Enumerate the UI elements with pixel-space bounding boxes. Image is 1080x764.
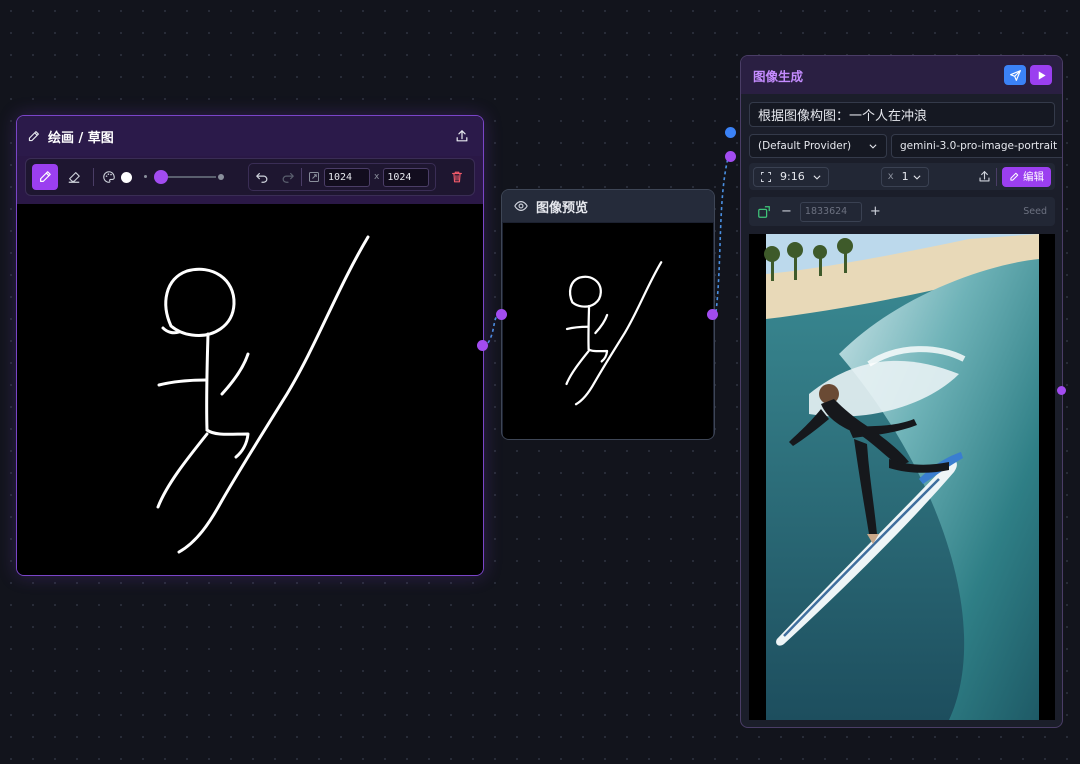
edit-label: 编辑: [1023, 171, 1044, 183]
gen-node-title: 图像生成: [753, 68, 804, 84]
seed-placeholder: 1833624: [804, 206, 848, 217]
palette-icon[interactable]: [102, 170, 116, 184]
preview-output-port[interactable]: [707, 309, 718, 320]
canvas-controls-group: 1024 x 1024: [248, 163, 437, 191]
draw-node-header[interactable]: 绘画 / 草图: [17, 116, 483, 156]
eraser-tool-button[interactable]: [61, 164, 87, 190]
group-divider: [301, 168, 302, 186]
redo-icon[interactable]: [281, 170, 295, 184]
count-prefix: x: [887, 171, 894, 182]
generated-image: [749, 234, 1055, 720]
pencil-icon: [27, 130, 40, 143]
send-icon: [1009, 69, 1021, 81]
canvas-width-input[interactable]: 1024: [324, 167, 370, 187]
preview-node-title: 图像预览: [536, 200, 589, 216]
toolbar-divider: [93, 168, 94, 186]
send-button[interactable]: [1004, 65, 1026, 85]
gen-input-port-prompt[interactable]: [725, 151, 736, 162]
undo-icon[interactable]: [255, 170, 269, 184]
preview-node[interactable]: 图像预览: [501, 189, 715, 440]
draw-toolbar: 1024 x 1024: [25, 158, 475, 196]
trash-icon[interactable]: [450, 170, 464, 184]
chevron-down-icon: [869, 144, 877, 149]
random-seed-icon[interactable]: [757, 205, 771, 219]
model-select[interactable]: gemini-3.0-pro-image-portrait: [891, 134, 1062, 158]
crop-icon: [761, 171, 771, 182]
provider-label: (Default Provider): [758, 140, 852, 152]
seed-label: Seed: [1023, 206, 1047, 217]
resize-icon: [308, 171, 320, 183]
gen-node[interactable]: 图像生成 根据图像构图：一个人在冲浪 (Default Provider) ge…: [740, 55, 1063, 728]
count-label: 1: [901, 170, 909, 183]
seed-increment-button[interactable]: +: [870, 204, 881, 219]
chevron-down-icon: [913, 174, 921, 180]
sketch-drawing: [156, 235, 370, 554]
provider-select[interactable]: (Default Provider): [749, 134, 887, 158]
seed-row: − 1833624 + Seed: [749, 197, 1055, 226]
gen-output-port[interactable]: [1057, 386, 1066, 395]
seed-input[interactable]: 1833624: [799, 201, 862, 222]
gen-options-row: 9:16 x 1 编辑: [749, 163, 1055, 190]
seed-decrement-button[interactable]: −: [781, 204, 792, 219]
pencil-icon: [1010, 172, 1019, 181]
slider-thumb[interactable]: [154, 170, 168, 184]
canvas-height-input[interactable]: 1024: [383, 167, 430, 187]
preview-image: [503, 223, 713, 439]
eye-icon: [514, 199, 528, 213]
aspect-ratio-label: 9:16: [780, 170, 805, 183]
surfer-image: [764, 234, 1039, 720]
options-divider: [996, 167, 997, 186]
upload-icon[interactable]: [455, 129, 469, 143]
play-icon: [1038, 70, 1046, 80]
dim-separator: x: [374, 172, 380, 182]
model-label: gemini-3.0-pro-image-portrait: [900, 140, 1058, 152]
gen-input-port-image[interactable]: [725, 127, 736, 138]
preview-node-header[interactable]: 图像预览: [502, 190, 714, 222]
chevron-down-icon: [813, 174, 821, 180]
aspect-ratio-select[interactable]: 9:16: [753, 166, 829, 187]
draw-node-title: 绘画 / 草图: [48, 130, 114, 146]
gen-node-header[interactable]: 图像生成: [741, 56, 1062, 94]
draw-output-port[interactable]: [477, 340, 488, 351]
drawing-canvas[interactable]: [17, 204, 483, 575]
upload-icon[interactable]: [978, 170, 991, 183]
brush-tool-button[interactable]: [32, 164, 58, 190]
run-button[interactable]: [1030, 65, 1052, 85]
edit-button[interactable]: 编辑: [1002, 166, 1051, 187]
wire-preview-to-gen: [715, 157, 729, 313]
color-swatch[interactable]: [121, 171, 132, 183]
count-select[interactable]: x 1: [880, 166, 929, 187]
brush-size-slider[interactable]: [144, 169, 226, 185]
preview-input-port[interactable]: [496, 309, 507, 320]
draw-node[interactable]: 绘画 / 草图 1024 x 1024: [16, 115, 484, 576]
preview-sketch: [565, 261, 663, 406]
prompt-input[interactable]: 根据图像构图：一个人在冲浪: [749, 102, 1055, 127]
